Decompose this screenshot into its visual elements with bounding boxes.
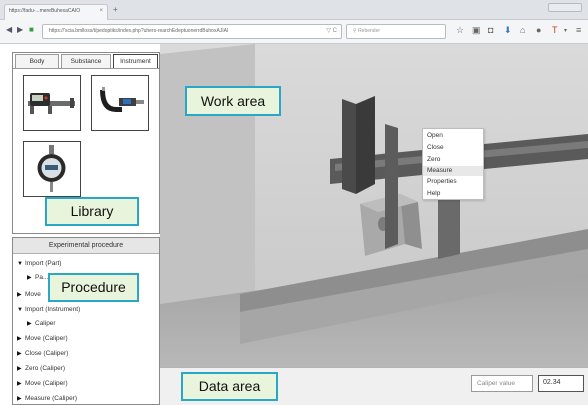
dial-gauge-icon	[37, 145, 66, 192]
menu-item-close[interactable]: Close	[423, 143, 483, 153]
collapsed-triangle-icon[interactable]: ▶	[27, 320, 35, 327]
callout-procedure: Procedure	[48, 273, 139, 302]
library-item-dial-gauge[interactable]	[23, 141, 81, 197]
procedure-panel: Experimental procedure ▼ Import (Part) ▶ P…	[12, 237, 160, 405]
back-icon[interactable]: ◀	[6, 25, 12, 34]
new-tab-button[interactable]: +	[113, 5, 118, 14]
reload-icon[interactable]: ▽ C	[326, 27, 337, 34]
expanded-triangle-icon[interactable]: ▼	[17, 307, 25, 313]
browser-tab-bar: https://fadu-...mereBuhexaCAIO × +	[0, 0, 588, 20]
address-bar[interactable]: https://'scia.bmlloss/t/pedoptiks/index.…	[42, 24, 342, 39]
procedure-item[interactable]: ▶ Close (Caliper)	[17, 350, 68, 357]
context-menu: Open Close Zero Measure Properties Help	[422, 128, 484, 200]
callout-library: Library	[45, 197, 139, 226]
collapsed-triangle-icon[interactable]: ▶	[17, 291, 25, 298]
window-controls[interactable]	[548, 3, 582, 12]
menu-item-open[interactable]: Open	[423, 131, 483, 141]
chevron-down-icon[interactable]: ▾	[564, 27, 567, 34]
procedure-item[interactable]: ▶ Move	[17, 291, 41, 298]
menu-item-measure[interactable]: Measure	[423, 166, 483, 176]
caliper-icon	[28, 93, 75, 114]
procedure-item[interactable]: ▶ Measure (Caliper)	[17, 395, 77, 402]
browser-toolbar: ☆ ▣ ◘ ⬇ ⌂ ● T ▾ ≡	[452, 25, 588, 39]
download-icon[interactable]: ⬇	[504, 25, 512, 36]
collapsed-triangle-icon[interactable]: ▶	[27, 274, 35, 281]
lock-icon: ■	[29, 25, 34, 34]
library-item-caliper[interactable]	[23, 75, 81, 131]
search-input[interactable]: ⚲ Rebender	[346, 24, 446, 39]
browser-tab-title: https://fadu-...mereBuhexaCAIO	[9, 8, 81, 14]
tab-body[interactable]: Body	[15, 54, 59, 69]
collapsed-triangle-icon[interactable]: ▶	[17, 365, 25, 372]
expanded-triangle-icon[interactable]: ▼	[17, 261, 25, 267]
library-tabs: Body Substance Instrument	[13, 53, 159, 69]
collapsed-triangle-icon[interactable]: ▶	[17, 395, 25, 402]
forward-icon[interactable]: ▶	[17, 25, 23, 34]
tab-divider	[13, 68, 159, 69]
browser-tab[interactable]: https://fadu-...mereBuhexaCAIO ×	[4, 4, 108, 20]
procedure-item[interactable]: ▼ Import (Instrument)	[17, 306, 80, 313]
tab-substance[interactable]: Substance	[61, 54, 111, 69]
home-icon[interactable]: ⌂	[520, 25, 525, 35]
extension-icon[interactable]: ●	[536, 25, 541, 35]
collapsed-triangle-icon[interactable]: ▶	[17, 380, 25, 387]
tab-instrument[interactable]: Instrument	[113, 54, 158, 69]
procedure-item[interactable]: ▶ Caliper	[27, 320, 56, 327]
menu-item-properties[interactable]: Properties	[423, 177, 483, 187]
reading-list-icon[interactable]: ▣	[472, 25, 481, 36]
callout-data-area: Data area	[181, 372, 278, 401]
library-item-micrometer[interactable]	[91, 75, 149, 131]
procedure-header: Experimental procedure	[13, 238, 159, 254]
menu-icon[interactable]: ≡	[576, 25, 581, 35]
caliper-value-label: Caliper value	[471, 375, 533, 392]
procedure-item[interactable]: ▶ Move (Caliper)	[17, 335, 68, 342]
callout-work-area: Work area	[185, 86, 281, 116]
url-text: https://'scia.bmlloss/t/pedoptiks/index.…	[49, 28, 229, 34]
procedure-item[interactable]: ▶ Move (Caliper)	[17, 380, 68, 387]
pocket-icon[interactable]: ◘	[488, 25, 493, 35]
bookmark-star-icon[interactable]: ☆	[456, 25, 464, 36]
close-tab-icon[interactable]: ×	[99, 8, 103, 14]
procedure-item[interactable]: ▶ Pa...	[27, 274, 48, 281]
collapsed-triangle-icon[interactable]: ▶	[17, 335, 25, 342]
left-panel: Body Substance Instrument Experimental p…	[12, 52, 160, 405]
menu-item-zero[interactable]: Zero	[423, 155, 483, 165]
collapsed-triangle-icon[interactable]: ▶	[17, 350, 25, 357]
browser-nav-bar: ◀ ▶ ■ https://'scia.bmlloss/t/pedoptiks/…	[0, 20, 588, 44]
procedure-item[interactable]: ▼ Import (Part)	[17, 260, 61, 267]
micrometer-icon	[100, 87, 144, 112]
procedure-item[interactable]: ▶ Zero (Caliper)	[17, 365, 65, 372]
caliper-value-field[interactable]: 02.34	[538, 375, 584, 392]
menu-item-help[interactable]: Help	[423, 189, 483, 199]
addon-t-icon[interactable]: T	[552, 25, 558, 35]
search-placeholder: Rebender	[358, 28, 381, 34]
